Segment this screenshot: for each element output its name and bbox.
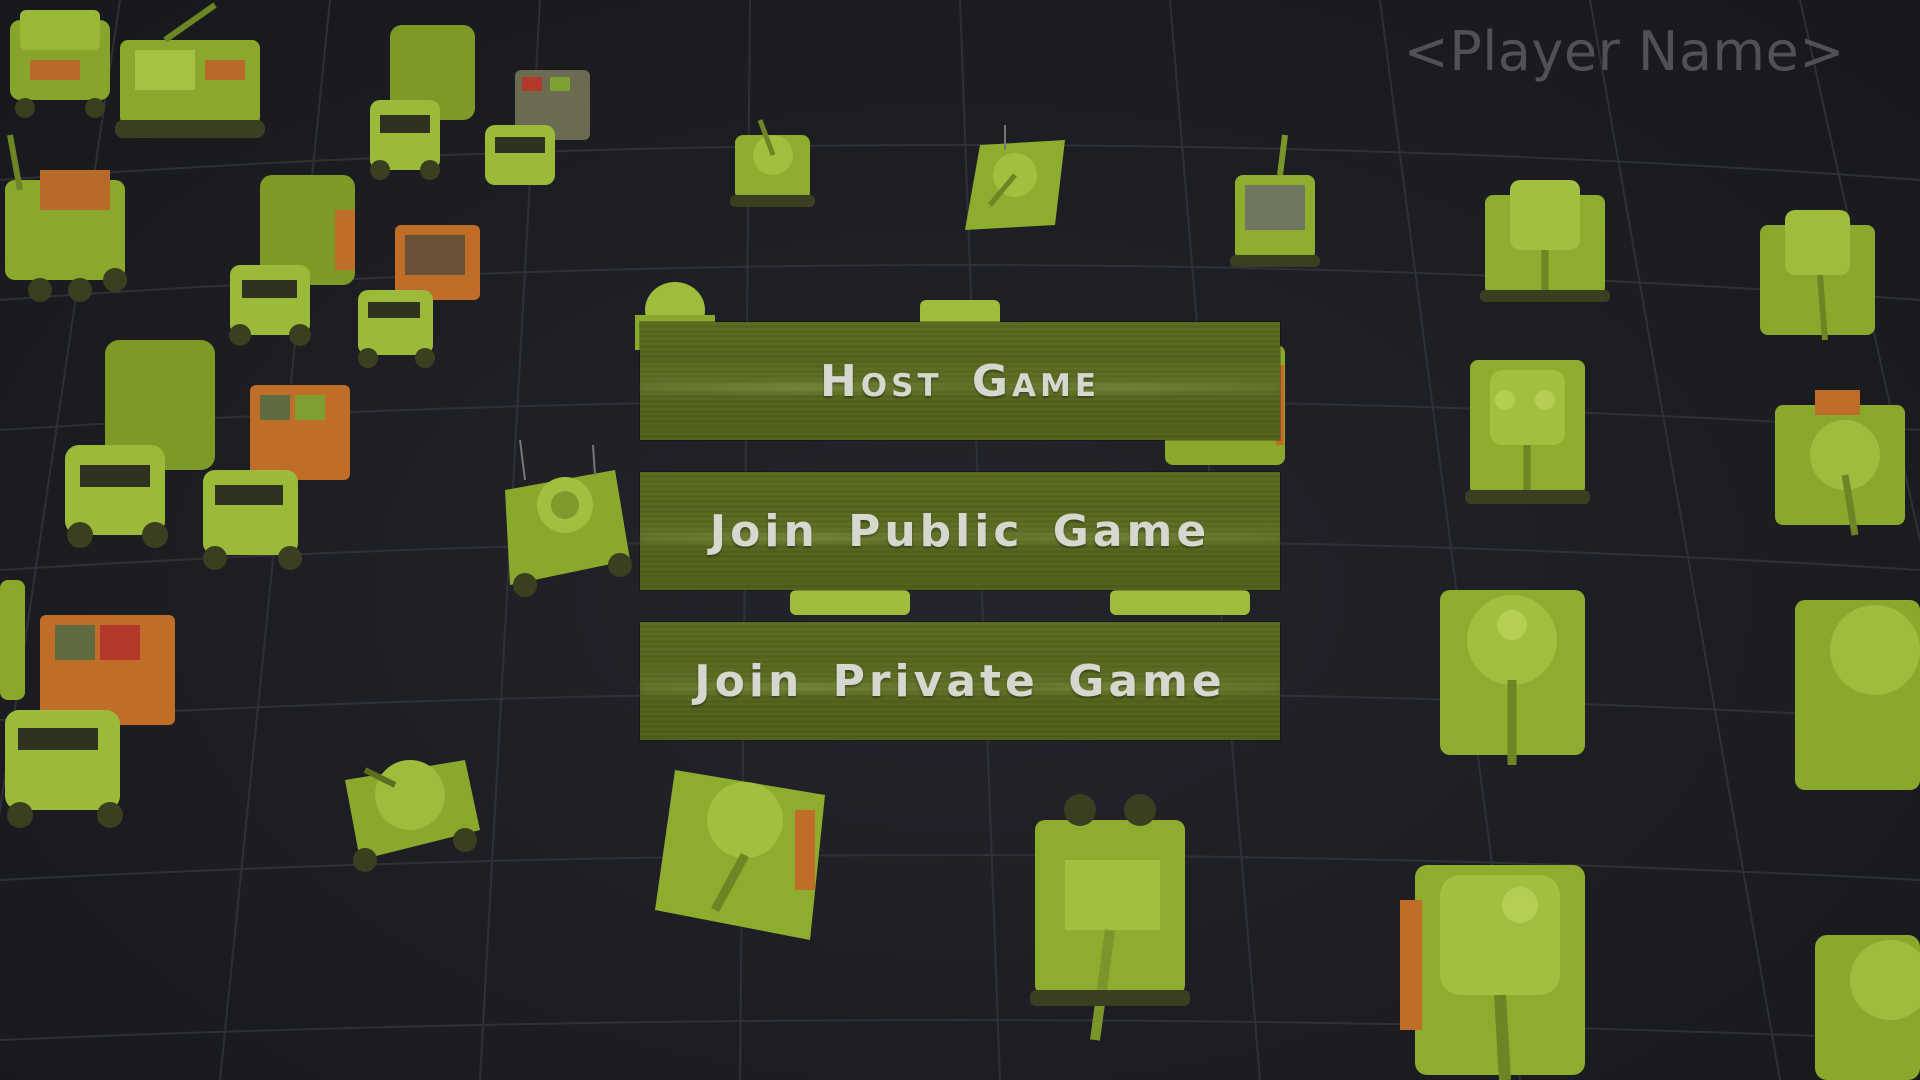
cargo-truck-icon [485,70,590,185]
tank-icon [1480,180,1610,302]
tank-icon [1795,600,1920,790]
cargo-truck-icon [5,615,175,828]
main-menu: Host Game Join Public Game Join Private … [640,322,1280,772]
tank-icon [1775,390,1905,536]
join-private-game-label: Join Private Game [694,655,1226,707]
armored-car-icon [345,760,480,872]
truck-icon [229,175,355,346]
tank-icon [1440,590,1585,765]
recovery-vehicle-icon [115,2,265,138]
host-game-label: Host Game [819,355,1101,407]
join-public-game-label: Join Public Game [709,505,1211,557]
host-game-button[interactable]: Host Game [640,322,1280,440]
heavy-tank-icon [1815,935,1920,1080]
cargo-truck-icon [203,385,350,570]
armored-car-icon [505,440,632,597]
cargo-truck-icon [358,225,480,368]
player-name-input[interactable]: <Player Name> [1403,20,1845,83]
join-public-game-button[interactable]: Join Public Game [640,472,1280,590]
truck-icon [370,25,475,180]
recovery-vehicle-icon [5,134,127,302]
tank-icon [730,119,815,207]
join-private-game-button[interactable]: Join Private Game [640,622,1280,740]
tank-destroyer-icon [1230,134,1320,267]
tank-destroyer-icon [1030,794,1190,1041]
tank-icon [655,770,825,940]
heavy-tank-icon [1400,865,1585,1080]
tank-icon [1760,210,1875,341]
tank-icon [1465,360,1590,504]
tank-icon [965,125,1065,230]
